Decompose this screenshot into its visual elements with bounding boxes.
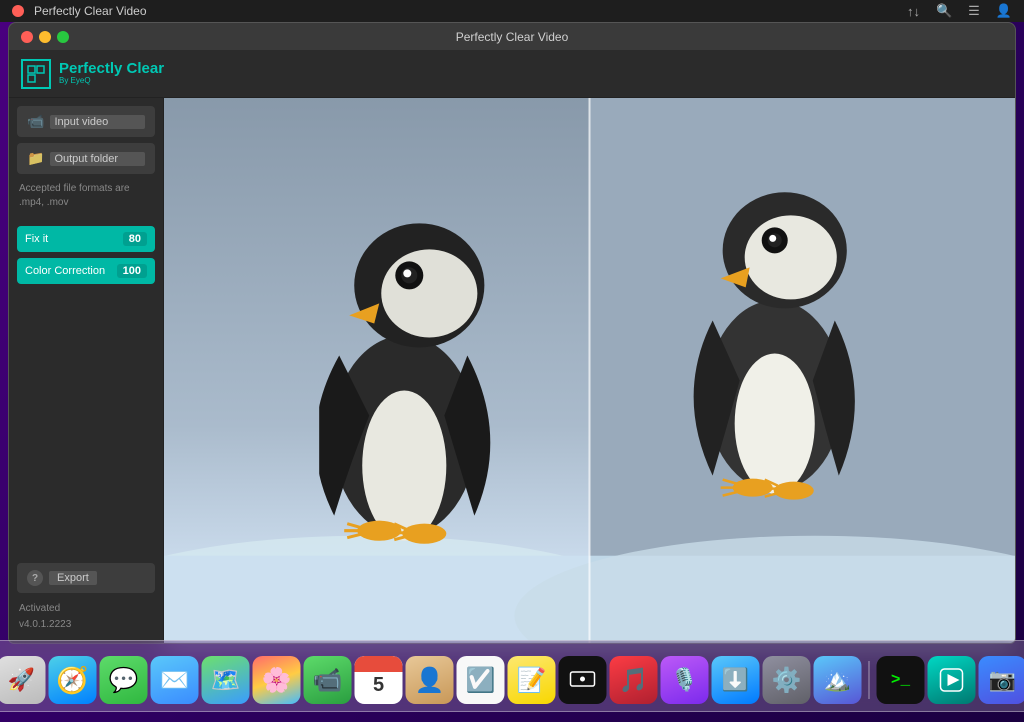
close-button[interactable]	[21, 31, 33, 43]
fix-it-value: 80	[123, 232, 147, 246]
file-format-info: Accepted file formats are .mp4, .mov	[17, 180, 155, 212]
dock-music[interactable]: 🎵	[610, 656, 658, 704]
menubar-icon-3: ☰	[968, 3, 980, 19]
content-row: 📹 Input video 📁 Output folder Accepted f…	[9, 98, 1015, 643]
fix-it-label: Fix it	[25, 233, 48, 245]
app-name-menubar: Perfectly Clear Video	[34, 4, 147, 18]
sidebar: 📹 Input video 📁 Output folder Accepted f…	[9, 98, 164, 643]
menubar-icon-1: ↑↓	[907, 4, 920, 19]
version-number: v4.0.1.2223	[19, 617, 153, 633]
logo-text-group: Perfectly Clear By EyeQ	[59, 61, 164, 86]
dock-mail[interactable]: ✉️	[151, 656, 199, 704]
window-title: Perfectly Clear Video	[456, 30, 569, 44]
logo-icon	[21, 59, 51, 89]
dock-appstore[interactable]: ⬇️	[712, 656, 760, 704]
video-canvas	[164, 98, 1015, 643]
dock-photos[interactable]: 🌸	[253, 656, 301, 704]
color-correction-value: 100	[117, 264, 147, 278]
video-preview-area	[164, 98, 1015, 643]
sidebar-bottom: ? Export Activated v4.0.1.2223	[17, 555, 155, 635]
minimize-button[interactable]	[39, 31, 51, 43]
dock-notes[interactable]: 📝	[508, 656, 556, 704]
color-correction-slider[interactable]: Color Correction 100	[17, 258, 155, 284]
dock-scrobbles[interactable]	[928, 656, 976, 704]
output-folder-button[interactable]: 📁 Output folder	[17, 143, 155, 174]
dock-divider	[869, 661, 870, 699]
dock-calendar[interactable]: 5	[355, 656, 403, 704]
menubar-icon-2: 🔍	[936, 3, 952, 19]
video-input-button[interactable]: 📹 Input video	[17, 106, 155, 137]
apple-menu-icon	[12, 5, 24, 17]
dock-terminal[interactable]: >_	[877, 656, 925, 704]
dock-altamira[interactable]: 🏔️	[814, 656, 862, 704]
maximize-button[interactable]	[57, 31, 69, 43]
dock-launchpad[interactable]: 🚀	[0, 656, 46, 704]
folder-icon: 📁	[27, 150, 44, 167]
export-label: Export	[49, 571, 97, 585]
output-folder-label: Output folder	[50, 152, 145, 166]
menu-bar: Perfectly Clear Video ↑↓ 🔍 ☰ 👤	[0, 0, 1024, 22]
dock-facetime[interactable]: 📹	[304, 656, 352, 704]
menubar-icon-4: 👤	[996, 3, 1012, 19]
activation-info: Activated v4.0.1.2223	[17, 599, 155, 635]
titlebar: Perfectly Clear Video	[8, 22, 1016, 50]
help-export-button[interactable]: ? Export	[17, 563, 155, 593]
logo-main: Perfectly Clear	[59, 61, 164, 78]
fix-it-slider[interactable]: Fix it 80	[17, 226, 155, 252]
dock-contacts[interactable]: 👤	[406, 656, 454, 704]
logo-sub: By EyeQ	[59, 77, 164, 86]
calendar-day: 5	[373, 674, 384, 697]
dock-systemprefs[interactable]: ⚙️	[763, 656, 811, 704]
app-logo: Perfectly Clear By EyeQ	[21, 59, 164, 89]
activated-status: Activated	[19, 601, 153, 617]
dock-screensnap[interactable]: 📷	[979, 656, 1024, 704]
dock-messages[interactable]: 💬	[100, 656, 148, 704]
help-icon: ?	[27, 570, 43, 586]
dock-reminders[interactable]: ☑️	[457, 656, 505, 704]
video-icon: 📹	[27, 113, 44, 130]
dock-maps[interactable]: 🗺️	[202, 656, 250, 704]
dock-safari[interactable]: 🧭	[49, 656, 97, 704]
color-correction-label: Color Correction	[25, 265, 105, 277]
input-video-label: Input video	[50, 115, 145, 129]
dock-podcasts[interactable]: 🎙️	[661, 656, 709, 704]
app-header: Perfectly Clear By EyeQ	[9, 50, 1015, 98]
dock-appletv[interactable]	[559, 656, 607, 704]
sliders-section: Fix it 80 Color Correction 100	[17, 226, 155, 284]
dock: 🔵 🚀 🧭 💬 ✉️ 🗺️ 🌸 📹 5 👤 ☑️ 📝 🎵 🎙️	[0, 640, 1024, 712]
main-window: Perfectly Clear By EyeQ 📹 Input video 📁 …	[8, 50, 1016, 644]
